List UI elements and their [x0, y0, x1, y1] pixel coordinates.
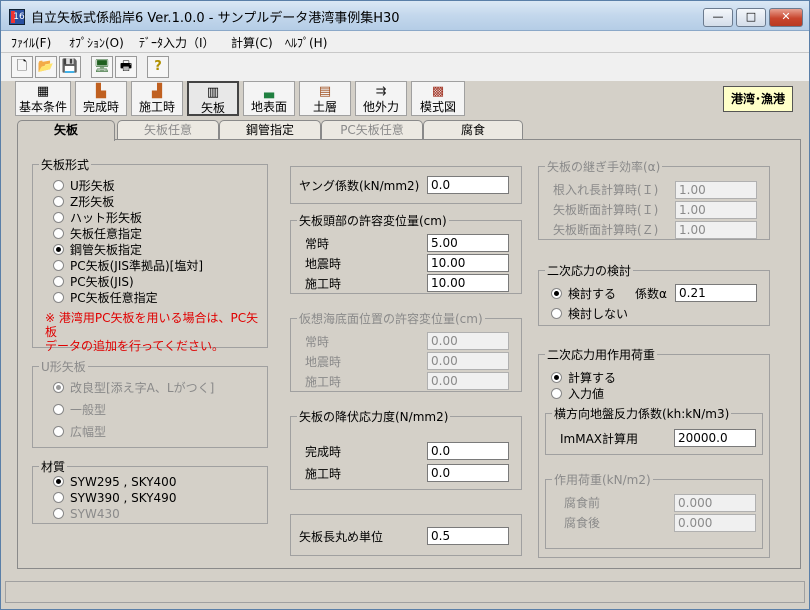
rounding-unit-input[interactable]: 0.5 — [427, 527, 509, 545]
group-secondary-load: 二次応力用作用荷重 計算する 入力値 横方向地盤反力係数(kh:kN/m3) I… — [538, 346, 770, 558]
radio-load-input[interactable]: 入力値 — [551, 385, 604, 402]
tab-pc-sheet-custom[interactable]: PC矢板任意 — [321, 120, 423, 140]
menu-bar: ﾌｧｲﾙ(F) ｵﾌﾟｼｮﾝ(O) ﾃﾞｰﾀ入力（I） 計算(C) ﾍﾙﾌﾟ(H… — [1, 31, 809, 53]
menu-file[interactable]: ﾌｧｲﾙ(F) — [11, 34, 51, 51]
yield-completion-input[interactable]: 0.0 — [427, 442, 509, 460]
grid-icon: ▦ — [36, 84, 50, 99]
joint-eff-embed-input[interactable]: 1.00 — [675, 181, 757, 199]
joint-eff-section-z-input[interactable]: 1.00 — [675, 221, 757, 239]
application-window: 16 自立矢板式係船岸6 Ver.1.0.0 - サンプルデータ港湾事例集H30… — [0, 0, 810, 610]
group-young: ヤング係数(kN/mm2) 0.0 — [290, 166, 522, 204]
tab-corrosion[interactable]: 腐食 — [423, 120, 523, 140]
radio-pc-jis[interactable]: PC矢板(JIS) — [53, 273, 134, 290]
radio-hat-sheet[interactable]: ハット形矢板 — [53, 209, 142, 226]
radio-material-syw390[interactable]: SYW390 , SKY490 — [53, 491, 176, 505]
tb-soil-layer-button[interactable]: ▤ 土層 — [299, 81, 351, 116]
monitor-icon[interactable]: 🖥 — [91, 56, 113, 78]
tb-diagram-button[interactable]: ▩ 模式図 — [411, 81, 465, 116]
title-bar: 16 自立矢板式係船岸6 Ver.1.0.0 - サンプルデータ港湾事例集H30… — [1, 1, 809, 31]
radio-secondary-check-no[interactable]: 検討しない — [551, 305, 628, 322]
tb-ground-surface-button[interactable]: ▃ 地表面 — [243, 81, 295, 116]
tab-strip: 矢板 矢板任意 鋼管指定 PC矢板任意 腐食 — [17, 120, 797, 141]
virtual-disp-seismic-input[interactable]: 0.00 — [427, 352, 509, 370]
tab-sheet-pile-custom[interactable]: 矢板任意 — [117, 120, 219, 140]
menu-data-input[interactable]: ﾃﾞｰﾀ入力（I） — [139, 34, 215, 51]
ground-surface-icon: ▃ — [264, 84, 274, 99]
status-bar — [5, 581, 805, 603]
radio-sheet-custom[interactable]: 矢板任意指定 — [53, 225, 142, 242]
pc-sheet-note: ※ 港湾用PC矢板を用いる場合は、PC矢板 データの追加を行ってください。 — [45, 311, 259, 353]
diagram-icon: ▩ — [431, 84, 445, 99]
virtual-disp-normal-input[interactable]: 0.00 — [427, 332, 509, 350]
maximize-button[interactable]: □ — [736, 8, 766, 27]
tb-completion-button[interactable]: ▙ 完成時 — [75, 81, 127, 116]
radio-material-syw430[interactable]: SYW430 — [53, 507, 120, 521]
app-icon: 16 — [9, 9, 25, 25]
external-force-icon: ⇉ — [375, 84, 387, 99]
group-yield-stress: 矢板の降伏応力度(N/mm2) 完成時 0.0 施工時 0.0 — [290, 408, 522, 490]
radio-steel-pipe[interactable]: 鋼管矢板指定 — [53, 241, 142, 258]
group-rounding: 矢板長丸め単位 0.5 — [290, 514, 522, 556]
tab-panel-sheet-pile: 矢板形式 U形矢板 Z形矢板 ハット形矢板 矢板任意指定 鋼管矢板指定 PC矢板… — [17, 139, 801, 569]
group-sheet-type: 矢板形式 U形矢板 Z形矢板 ハット形矢板 矢板任意指定 鋼管矢板指定 PC矢板… — [32, 156, 268, 353]
group-acting-load: 作用荷重(kN/m2) 腐食前 0.000 腐食後 0.000 — [545, 471, 763, 549]
group-secondary-stress-check: 二次応力の検討 検討する 係数α 0.21 検討しない — [538, 262, 770, 326]
acting-after-corrosion-input[interactable]: 0.000 — [674, 514, 756, 532]
menu-calc[interactable]: 計算(C) — [231, 34, 273, 51]
radio-material-syw295[interactable]: SYW295 , SKY400 — [53, 475, 176, 489]
tb-basic-conditions-button[interactable]: ▦ 基本条件 — [15, 81, 71, 116]
radio-load-calculate[interactable]: 計算する — [551, 369, 616, 386]
minimize-button[interactable]: — — [703, 8, 733, 27]
radio-secondary-check-yes[interactable]: 検討する — [551, 285, 616, 302]
yield-construction-input[interactable]: 0.0 — [427, 464, 509, 482]
radio-u-improved[interactable]: 改良型[添え字A、Lがつく] — [53, 379, 214, 396]
structure-icon: ▙ — [96, 84, 106, 99]
radio-pc-jis-salt[interactable]: PC矢板(JIS準拠品)[塩対] — [53, 257, 203, 274]
category-badge: 港湾･漁港 — [723, 86, 793, 112]
save-icon[interactable]: 💾 — [59, 56, 81, 78]
subgrade-kh-input[interactable]: 20000.0 — [674, 429, 756, 447]
head-disp-construction-input[interactable]: 10.00 — [427, 274, 509, 292]
close-button[interactable]: ✕ — [769, 8, 803, 27]
tb-sheet-pile-button[interactable]: ▥ 矢板 — [187, 81, 239, 116]
new-doc-icon[interactable]: 🗋 — [11, 56, 33, 78]
tb-external-force-button[interactable]: ⇉ 他外力 — [355, 81, 407, 116]
radio-z-sheet[interactable]: Z形矢板 — [53, 193, 114, 210]
menu-option[interactable]: ｵﾌﾟｼｮﾝ(O) — [69, 34, 124, 51]
acting-before-corrosion-input[interactable]: 0.000 — [674, 494, 756, 512]
group-subgrade-reaction: 横方向地盤反力係数(kh:kN/m3) ImMAX計算用 20000.0 — [545, 405, 763, 455]
head-disp-normal-input[interactable]: 5.00 — [427, 234, 509, 252]
tab-sheet-pile[interactable]: 矢板 — [17, 120, 115, 141]
radio-u-wide[interactable]: 広幅型 — [53, 423, 106, 440]
group-head-displacement: 矢板頭部の許容変位量(cm) 常時 5.00 地震時 10.00 施工時 10.… — [290, 212, 522, 294]
radio-u-general[interactable]: 一般型 — [53, 401, 106, 418]
group-joint-efficiency: 矢板の継ぎ手効率(α) 根入れ長計算時(Ｉ) 1.00 矢板断面計算時(Ｉ) 1… — [538, 158, 770, 240]
tb-construction-button[interactable]: ▟ 施工時 — [131, 81, 183, 116]
tab-steel-pipe[interactable]: 鋼管指定 — [219, 120, 321, 140]
open-folder-icon[interactable]: 📂 — [35, 56, 57, 78]
group-material: 材質 SYW295 , SKY400 SYW390 , SKY490 SYW43… — [32, 458, 268, 524]
input-toolbar: ▦ 基本条件 ▙ 完成時 ▟ 施工時 ▥ 矢板 ▃ 地表面 ▤ 土層 ⇉ 他外力… — [1, 81, 809, 117]
group-u-sheet: U形矢板 改良型[添え字A、Lがつく] 一般型 広幅型 — [32, 358, 268, 448]
construction-icon: ▟ — [152, 84, 162, 99]
head-disp-seismic-input[interactable]: 10.00 — [427, 254, 509, 272]
secondary-coef-input[interactable]: 0.21 — [675, 284, 757, 302]
radio-u-sheet[interactable]: U形矢板 — [53, 177, 115, 194]
soil-layer-icon: ▤ — [318, 84, 332, 99]
help-icon[interactable]: ? — [147, 56, 169, 78]
standard-toolbar: 🗋 📂 💾 🖥 🖶 ? — [1, 53, 809, 81]
virtual-disp-construction-input[interactable]: 0.00 — [427, 372, 509, 390]
young-modulus-input[interactable]: 0.0 — [427, 176, 509, 194]
menu-help[interactable]: ﾍﾙﾌﾟ(H) — [285, 34, 327, 51]
sheet-pile-icon: ▥ — [206, 85, 220, 100]
joint-eff-section-i-input[interactable]: 1.00 — [675, 201, 757, 219]
radio-pc-custom[interactable]: PC矢板任意指定 — [53, 289, 158, 306]
printer-icon[interactable]: 🖶 — [115, 56, 137, 78]
group-virtual-seabed-displacement: 仮想海底面位置の許容変位量(cm) 常時 0.00 地震時 0.00 施工時 0… — [290, 310, 522, 392]
window-title: 自立矢板式係船岸6 Ver.1.0.0 - サンプルデータ港湾事例集H30 — [31, 11, 400, 26]
